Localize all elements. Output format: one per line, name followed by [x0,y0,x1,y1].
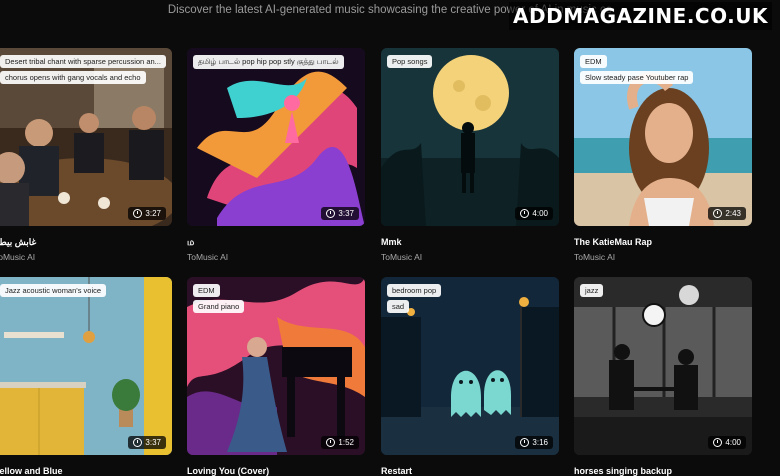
genre-tag: Grand piano [193,300,245,313]
duration-text: 4:00 [725,438,741,447]
genre-tag: EDM [580,55,607,68]
clock-icon [713,209,723,218]
song-card-3[interactable]: Pop songs 4:00 Mmk ToMusic AI [381,48,559,262]
duration-text: 3:27 [145,209,161,218]
duration-badge: 1:52 [321,436,359,449]
duration-text: 3:37 [338,209,354,218]
genre-tag: EDM [193,284,220,297]
duration-badge: 4:00 [708,436,746,449]
genre-tag: sad [387,300,410,313]
genre-tag: jazz [580,284,604,297]
clock-icon [326,438,336,447]
duration-badge: 3:37 [321,207,359,220]
duration-text: 3:37 [145,438,161,447]
song-thumbnail[interactable]: தமிழ் பாடல் pop hip pop stly குத்து பாடல… [187,48,365,226]
clock-icon [326,209,336,218]
song-card-8[interactable]: jazz 4:00 horses singing backup [574,277,752,476]
duration-text: 4:00 [532,209,548,218]
song-card-2[interactable]: தமிழ் பாடல் pop hip pop stly குத்து பாடல… [187,48,365,262]
duration-badge: 3:16 [515,436,553,449]
song-title[interactable]: Yellow and Blue [0,466,63,476]
song-author[interactable]: ToMusic AI [187,252,228,262]
duration-text: 1:52 [338,438,354,447]
song-thumbnail[interactable]: Jazz acoustic woman's voice 3:37 [0,277,172,455]
site-watermark: ADDMAGAZINE.CO.UK [509,2,772,30]
genre-tag: Jazz acoustic woman's voice [0,284,107,297]
song-title[interactable]: ம [187,237,194,249]
kitchen-image [0,277,172,455]
song-thumbnail[interactable]: EDM Slow steady pase Youtuber rap 2:43 [574,48,752,226]
song-card-5[interactable]: Jazz acoustic woman's voice 3:37 Yellow … [0,277,172,476]
song-thumbnail[interactable]: jazz 4:00 [574,277,752,455]
duration-text: 2:43 [725,209,741,218]
clock-icon [520,209,530,218]
song-card-1[interactable]: Desert tribal chant with sparse percussi… [0,48,172,262]
genre-tag: chorus opens with gang vocals and echo [0,71,146,84]
song-card-4[interactable]: EDM Slow steady pase Youtuber rap 2:43 T… [574,48,752,262]
song-title[interactable]: horses singing backup [574,466,672,476]
duration-text: 3:16 [532,438,548,447]
genre-tag: Desert tribal chant with sparse percussi… [0,55,166,68]
song-title[interactable]: غابش بيطلـ [0,237,36,248]
clock-icon [713,438,723,447]
duration-badge: 3:27 [128,207,166,220]
song-author[interactable]: ToMusic AI [381,252,422,262]
song-card-6[interactable]: EDM Grand piano 1:52 Loving You (Cover) [187,277,365,476]
moon-silhouette-image [381,48,559,226]
genre-tag: Pop songs [387,55,433,68]
song-title[interactable]: Loving You (Cover) [187,466,269,476]
song-title[interactable]: Mmk [381,237,402,247]
song-thumbnail[interactable]: Desert tribal chant with sparse percussi… [0,48,172,226]
genre-tag: தமிழ் பாடல் pop hip pop stly குத்து பாடல… [193,55,344,69]
song-thumbnail[interactable]: Pop songs 4:00 [381,48,559,226]
song-author[interactable]: ToMusic AI [574,252,615,262]
genre-tag: Slow steady pase Youtuber rap [580,71,694,84]
duration-badge: 4:00 [515,207,553,220]
clock-icon [520,438,530,447]
song-author[interactable]: ToMusic AI [0,252,35,262]
jazz-cafe-image [574,277,752,455]
clock-icon [133,438,143,447]
clock-icon [133,209,143,218]
duration-badge: 2:43 [708,207,746,220]
duration-badge: 3:37 [128,436,166,449]
genre-tag: bedroom pop [387,284,442,297]
song-card-7[interactable]: bedroom pop sad 3:16 Restart [381,277,559,476]
song-title[interactable]: Restart [381,466,412,476]
song-thumbnail[interactable]: bedroom pop sad 3:16 [381,277,559,455]
song-thumbnail[interactable]: EDM Grand piano 1:52 [187,277,365,455]
song-title[interactable]: The KatieMau Rap [574,237,652,247]
abstract-dancer-image [187,48,365,226]
